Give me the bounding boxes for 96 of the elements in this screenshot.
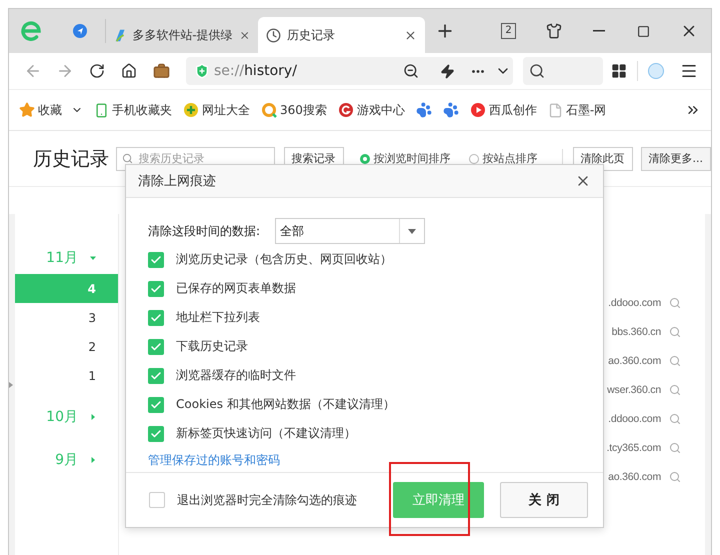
- browser-tab[interactable]: 多多软件站-提供绿: [106, 17, 258, 53]
- collapse-arrow-icon[interactable]: [9, 382, 13, 388]
- bookmark-icon-link[interactable]: [442, 102, 459, 118]
- checkbox[interactable]: [149, 492, 165, 508]
- checkbox[interactable]: [148, 252, 164, 268]
- triangle-icon: [408, 228, 416, 234]
- search-icon[interactable]: [669, 470, 681, 482]
- minimize-icon: [592, 30, 604, 32]
- domain-text: .tcy365.com: [606, 442, 661, 454]
- forward-arrow-icon: [56, 62, 74, 80]
- grid-icon: [611, 63, 627, 79]
- check-icon: [150, 254, 162, 266]
- dialog-title: 清除上网痕迹: [138, 173, 216, 190]
- lightning-icon: [440, 64, 454, 78]
- bookmark-link[interactable]: 360搜索: [261, 102, 327, 118]
- manage-accounts-link[interactable]: 管理保存过的账号和密码: [148, 448, 280, 472]
- paw-icon: [416, 102, 432, 118]
- close-dialog-button[interactable]: 关 闭: [500, 482, 588, 518]
- clear-button[interactable]: 清除更多...: [640, 146, 711, 170]
- day-item[interactable]: 1: [15, 361, 118, 390]
- bookmark-icon-link[interactable]: [416, 102, 432, 118]
- check-icon: [150, 398, 162, 410]
- checkbox[interactable]: [148, 368, 164, 384]
- domain-text: ao.360.com: [608, 354, 661, 366]
- option-label: 已保存的网页表单数据: [176, 280, 296, 297]
- tab-title: 多多软件站-提供绿: [132, 26, 233, 44]
- star-icon: [19, 102, 35, 118]
- page-title: 历史记录: [33, 146, 110, 172]
- check-icon: [150, 312, 162, 324]
- shirt-icon: [546, 23, 562, 39]
- checkbox[interactable]: [148, 396, 164, 412]
- day-item[interactable]: 2: [15, 332, 118, 361]
- tab-count-button[interactable]: 2: [486, 9, 531, 53]
- url-text: se://history/: [214, 63, 297, 79]
- checkbox[interactable]: [148, 280, 164, 296]
- bookmark-link[interactable]: 西瓜创作: [470, 102, 537, 118]
- browser-tab[interactable]: 历史记录: [258, 17, 425, 53]
- check-icon: [150, 340, 162, 352]
- paw-icon: [442, 102, 459, 118]
- day-item[interactable]: 3: [15, 303, 118, 332]
- maximize-icon: [637, 24, 650, 38]
- home-icon: [121, 63, 137, 79]
- check-icon: [150, 370, 162, 382]
- domain-text: bbs.360.cn: [612, 326, 661, 338]
- option-label: 下载历史记录: [176, 338, 248, 355]
- domain-text: wser.360.cn: [607, 384, 661, 396]
- search-field[interactable]: [523, 57, 603, 85]
- bookmark-link[interactable]: 网址大全: [183, 102, 250, 118]
- bookmark-link[interactable]: 收藏: [19, 102, 83, 118]
- checkbox[interactable]: [148, 426, 164, 442]
- bookmark-link[interactable]: 手机收藏夹: [94, 102, 172, 118]
- check-icon: [150, 282, 162, 294]
- plus-circle-icon: [183, 102, 199, 118]
- reload-icon: [89, 63, 105, 79]
- option-label: Cookies 和其他网站数据（不建议清理）: [176, 396, 395, 413]
- option-label: 浏览器缓存的临时文件: [176, 367, 296, 384]
- range-select[interactable]: 全部: [275, 218, 425, 244]
- phone-icon: [94, 102, 109, 118]
- checkbox[interactable]: [148, 310, 164, 326]
- search-icon[interactable]: [669, 326, 681, 338]
- domain-text: .ddooo.com: [608, 296, 661, 308]
- compass-icon: [72, 23, 88, 39]
- shield-icon: [194, 63, 210, 79]
- close-icon[interactable]: [404, 28, 417, 42]
- ring-icon: [261, 102, 277, 118]
- game-circle-icon: [338, 102, 354, 118]
- domain-text: .ddooo.com: [608, 412, 661, 424]
- play-circle-icon: [470, 102, 486, 118]
- tab-title: 历史记录: [287, 26, 336, 44]
- search-icon[interactable]: [669, 354, 681, 366]
- sort-radio[interactable]: 按站点排序: [468, 151, 538, 166]
- search-icon[interactable]: [669, 384, 681, 396]
- search-icon[interactable]: [669, 412, 681, 424]
- search-icon: [122, 152, 132, 164]
- briefcase-icon: [152, 62, 170, 80]
- range-label: 清除这段时间的数据:: [148, 222, 262, 240]
- option-label: 地址栏下拉列表: [176, 309, 260, 326]
- option-label: 新标签页快速访问（不建议清理）: [176, 425, 356, 442]
- address-field[interactable]: se://history/: [186, 57, 513, 85]
- domain-text: ao.360.com: [608, 470, 661, 482]
- search-icon[interactable]: [669, 296, 681, 308]
- bookmark-link[interactable]: 石墨-网: [548, 102, 606, 118]
- menu-icon: [680, 62, 698, 80]
- leaf-icon: [114, 28, 126, 42]
- search-icon[interactable]: [669, 442, 681, 454]
- clock-icon: [266, 28, 281, 42]
- search-icon: [529, 63, 545, 79]
- check-icon: [150, 428, 162, 440]
- avatar-icon: [647, 62, 665, 80]
- checkbox[interactable]: [148, 338, 164, 354]
- option-label: 浏览历史记录（包含历史、网页回收站）: [176, 251, 392, 268]
- bookmark-link[interactable]: 游戏中心: [338, 102, 405, 118]
- ellipsis-icon: [472, 70, 484, 72]
- file-icon: [548, 102, 563, 118]
- option-label: 退出浏览器时完全清除勾选的痕迹: [177, 492, 357, 508]
- zoom-out-icon: [403, 63, 419, 79]
